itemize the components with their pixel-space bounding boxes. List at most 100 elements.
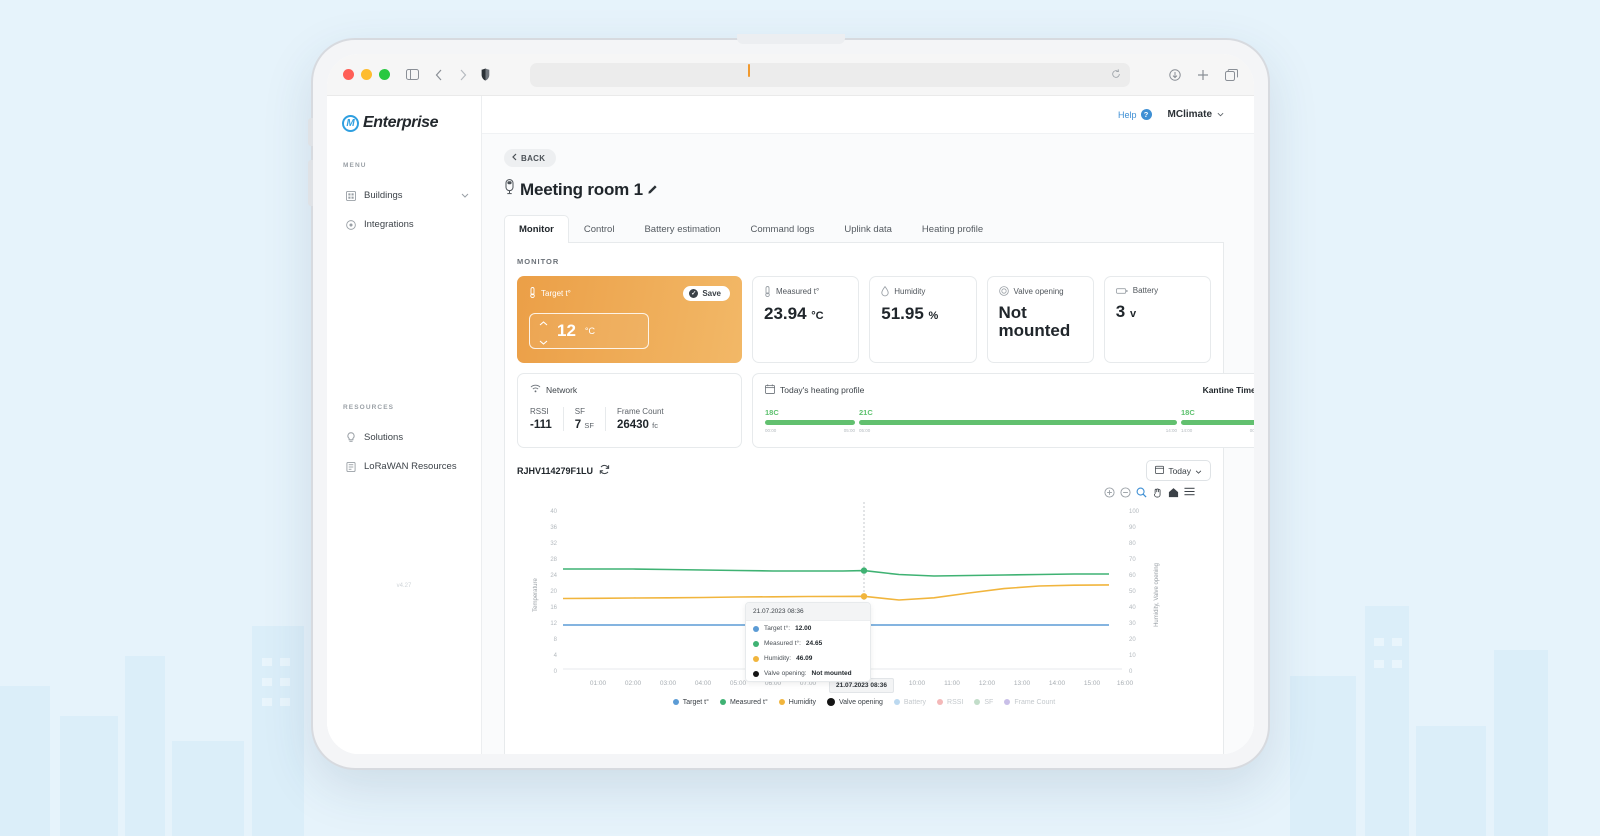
segment-bar <box>859 420 1177 425</box>
network-card: Network RSSI -111 SF 7 SF Frame Count 26… <box>517 373 742 448</box>
maximize-window-button[interactable] <box>379 69 390 80</box>
legend-dot <box>719 699 726 705</box>
menu-icon[interactable] <box>1184 487 1195 498</box>
sidebar-item-solutions[interactable]: Solutions <box>327 423 481 452</box>
stepper-arrows[interactable] <box>539 313 548 350</box>
target-title: Target t° <box>529 287 571 300</box>
close-window-button[interactable] <box>343 69 354 80</box>
panning-icon[interactable] <box>1152 487 1163 498</box>
minimize-window-button[interactable] <box>361 69 372 80</box>
new-tab-icon[interactable] <box>1197 69 1209 81</box>
svg-text:14:00: 14:00 <box>1049 680 1066 687</box>
legend-label: Frame Count <box>1014 698 1056 706</box>
account-menu[interactable]: MClimate <box>1168 109 1224 120</box>
help-icon: ? <box>1140 109 1152 120</box>
network-title: Network <box>546 384 578 395</box>
heating-segment[interactable]: 18C 00:00 05:00 <box>765 408 855 433</box>
svg-text:50: 50 <box>1129 589 1136 595</box>
chart-legend: Target t° Measured t° Humidity Valve ope… <box>517 698 1211 706</box>
card-header: Valve opening <box>998 286 1082 296</box>
tooltip-row: Humidity: 46.09 <box>746 651 870 666</box>
timeseries-chart[interactable]: 40 36 32 28 24 20 16 12 8 4 0 Temperatur… <box>517 500 1211 696</box>
stat-key: RSSI <box>530 407 549 416</box>
svg-text:100: 100 <box>1129 509 1140 515</box>
y-axis-right: 100 90 80 70 60 50 40 30 20 10 0 Humidit… <box>1129 509 1160 675</box>
shield-icon[interactable] <box>481 68 490 81</box>
svg-text:40: 40 <box>1129 605 1136 611</box>
save-button[interactable]: ✓ Save <box>683 286 730 301</box>
svg-text:12: 12 <box>550 621 557 627</box>
reload-icon[interactable] <box>1111 66 1121 84</box>
refresh-icon[interactable] <box>599 464 610 477</box>
svg-text:32: 32 <box>550 541 557 547</box>
tab-command-logs[interactable]: Command logs <box>736 215 830 243</box>
droplet-icon <box>881 286 889 297</box>
heating-profile-card: Today's heating profile Kantine Time › <box>748 64 1254 448</box>
downloads-icon[interactable] <box>1169 68 1181 81</box>
reset-zoom-icon[interactable] <box>1168 487 1179 498</box>
legend-label: SF <box>984 698 994 706</box>
date-range-selector[interactable]: Today <box>1146 460 1211 481</box>
target-temperature-stepper[interactable]: 12 °C <box>529 313 649 349</box>
tab-uplink-data[interactable]: Uplink data <box>829 215 907 243</box>
address-bar[interactable] <box>529 62 1130 87</box>
sidebar-item-integrations[interactable]: Integrations <box>327 210 481 239</box>
legend-item-frame-count[interactable]: Frame Count <box>1004 698 1055 706</box>
back-icon[interactable] <box>435 69 443 81</box>
monitor-panel: MONITOR Target t° ✓ Save 12 °C Measured … <box>504 64 1254 754</box>
point-humidity <box>860 593 868 600</box>
sidebar-section-menu: MENU <box>343 162 367 169</box>
legend-item-rssi[interactable]: RSSI <box>937 698 963 706</box>
tab-heating-profile[interactable]: Heating profile <box>907 215 998 243</box>
measured-temperature-card: Measured t° 23.94 °C <box>752 276 860 363</box>
app-root: M Enterprise by MClimate MENU Buildings <box>327 64 1254 754</box>
legend-item-measured[interactable]: Measured t° <box>719 698 768 706</box>
forward-icon[interactable] <box>459 69 467 81</box>
sidebar-item-lorawan-resources[interactable]: LoRaWAN Resources <box>327 452 481 481</box>
main-area: Help ? MClimate BACK Meeting room 1 Moni… <box>482 64 1254 754</box>
tab-battery-estimation[interactable]: Battery estimation <box>629 215 735 243</box>
zoom-in-icon[interactable] <box>1104 487 1115 498</box>
zoom-out-icon[interactable] <box>1120 487 1131 498</box>
legend-item-humidity[interactable]: Humidity <box>778 698 816 706</box>
tooltip-series-dot <box>753 655 759 662</box>
card-header: Humidity <box>881 286 964 297</box>
chevron-down-icon[interactable] <box>461 190 469 201</box>
legend-item-target[interactable]: Target t° <box>672 698 709 706</box>
legend-item-battery[interactable]: Battery <box>893 698 926 706</box>
card-title: Battery <box>1132 286 1159 295</box>
pencil-icon[interactable] <box>648 181 658 199</box>
target-temperature-value: 12 <box>557 321 576 340</box>
chrome-left-controls <box>343 69 467 81</box>
valve-opening-card: Valve opening Not mounted <box>986 276 1094 363</box>
date-range-label: Today <box>1168 465 1191 476</box>
tab-monitor[interactable]: Monitor <box>504 215 569 243</box>
tab-label: Heating profile <box>921 224 984 235</box>
back-button[interactable]: BACK <box>504 149 557 167</box>
browser-chrome <box>327 54 1254 96</box>
svg-text:05:00: 05:00 <box>730 680 747 687</box>
selection-zoom-icon[interactable] <box>1136 487 1147 498</box>
sidebar-toggle-icon[interactable] <box>406 69 419 80</box>
legend-item-sf[interactable]: SF <box>974 698 993 706</box>
sidebar-item-buildings[interactable]: Buildings <box>327 181 481 210</box>
app-logo[interactable]: M Enterprise <box>327 114 481 132</box>
back-label: BACK <box>521 153 546 163</box>
tabs-icon[interactable] <box>1225 68 1238 81</box>
stepper-decrement-icon[interactable] <box>539 332 548 350</box>
svg-text:15:00: 15:00 <box>1084 680 1101 687</box>
card-unit: v <box>1129 308 1137 320</box>
window-traffic-lights[interactable] <box>343 69 390 80</box>
legend-item-valve-opening[interactable]: Valve opening <box>827 698 883 706</box>
help-link[interactable]: Help ? <box>1118 109 1152 120</box>
heating-segment[interactable]: 18C 14:00 00:00 <box>1181 408 1254 433</box>
tooltip-value: 12.00 <box>795 625 812 632</box>
heating-segment[interactable]: 21C 05:00 14:00 <box>859 408 1177 433</box>
heating-profile-link[interactable]: Kantine Time › <box>1203 385 1254 395</box>
tab-control[interactable]: Control <box>569 215 630 243</box>
stepper-increment-icon[interactable] <box>539 313 548 331</box>
tooltip-label: Humidity: <box>764 655 792 662</box>
stat-value: 26430 <box>616 419 649 431</box>
sidebar-section-resources: RESOURCES <box>343 404 395 411</box>
stat-value-row: 7 SF <box>575 419 594 431</box>
